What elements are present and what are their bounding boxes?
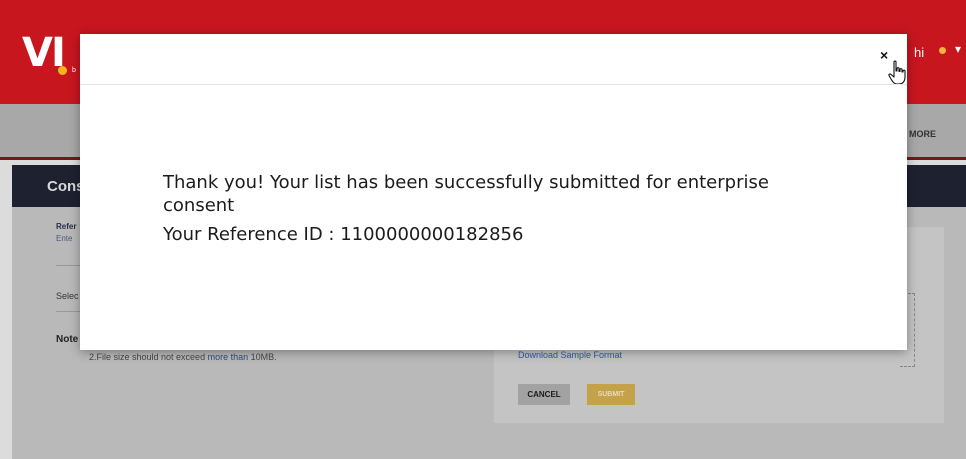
note-highlight: more than (207, 352, 249, 362)
section-title: Cons (47, 178, 85, 195)
close-icon[interactable]: × (880, 48, 888, 62)
chevron-down-icon[interactable]: ▾ (955, 42, 961, 56)
hand-cursor-icon (888, 60, 906, 85)
reference-label: Refer (56, 222, 77, 231)
user-greeting[interactable]: hi (914, 45, 924, 60)
logo-subtext: b (72, 67, 76, 74)
note-prefix: 2.File size should not exceed (89, 352, 208, 362)
user-icon[interactable] (939, 47, 946, 54)
download-sample-link[interactable]: Download Sample Format (518, 350, 622, 360)
cancel-button[interactable]: CANCEL (518, 384, 570, 405)
reference-id: Your Reference ID : 1100000000182856 (163, 224, 524, 245)
note-suffix: 10MB. (248, 352, 277, 362)
modal-header-divider (80, 84, 907, 85)
reference-input[interactable]: Ente (56, 234, 72, 243)
success-modal: × Thank you! Your list has been successf… (80, 34, 907, 350)
logo-dot (58, 66, 67, 75)
select-field[interactable]: Selec (56, 291, 79, 301)
nav-item-more[interactable]: MORE (909, 129, 936, 139)
note-text: 2.File size should not exceed more than … (89, 352, 277, 362)
success-message: Thank you! Your list has been successful… (163, 172, 769, 216)
note-label: Note (56, 334, 79, 345)
submit-button[interactable]: SUBMIT (587, 384, 635, 405)
